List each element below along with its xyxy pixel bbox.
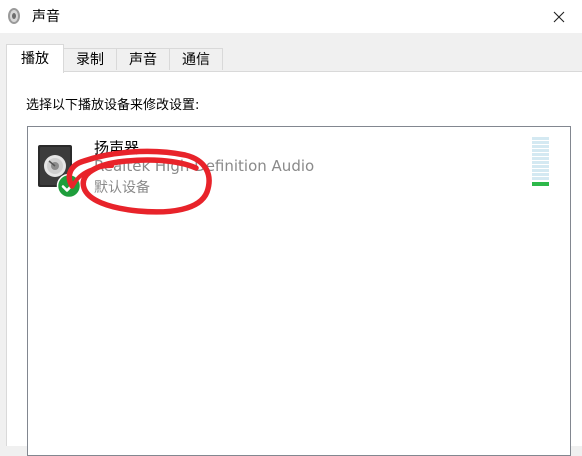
tab-recording[interactable]: 录制 [63,48,117,70]
title-bar: 声音 [0,0,582,33]
tab-communications[interactable]: 通信 [169,48,223,70]
playback-panel: 选择以下播放设备来修改设置: 扬声器 Realtek High Definiti… [6,71,582,456]
tab-sounds[interactable]: 声音 [116,48,170,70]
device-name: 扬声器 [94,139,140,157]
device-status: 默认设备 [94,180,150,196]
tab-playback[interactable]: 播放 [6,44,64,73]
volume-level-meter [532,137,549,186]
close-icon [553,11,565,22]
device-description: Realtek High Definition Audio [94,157,315,175]
speaker-icon [8,8,20,24]
close-button[interactable] [536,0,582,33]
window-title: 声音 [32,9,60,25]
default-device-check-icon [56,173,82,199]
instruction-text: 选择以下播放设备来修改设置: [26,98,200,113]
device-list[interactable]: 扬声器 Realtek High Definition Audio 默认设备 [27,126,571,456]
